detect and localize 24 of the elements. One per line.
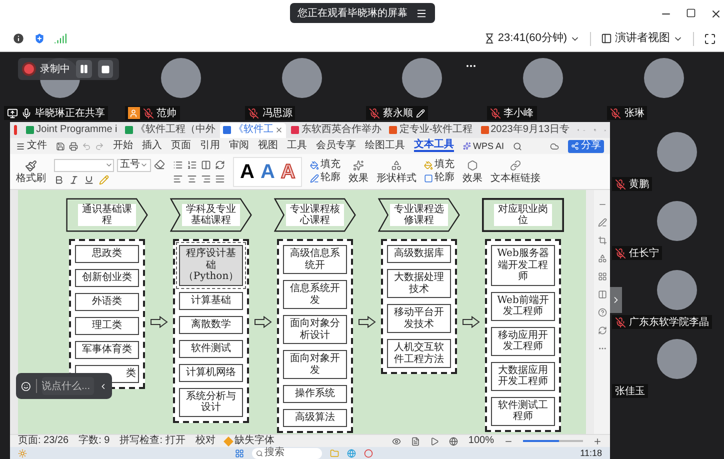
style-preview: A (240, 162, 254, 182)
participant-name: 广东东软学院李晶 (629, 316, 709, 330)
page-count: 页面: 23/26 (18, 436, 69, 446)
banner-text: 您正在观看毕晓琳的屏幕 (298, 6, 408, 20)
participant-name: 张琳 (624, 106, 644, 120)
participant-name: 毕晓琳正在共享 (35, 106, 105, 120)
participant-name: 李小峰 (504, 106, 534, 120)
participant-name: 任长宁 (629, 246, 659, 260)
style-preview: A (260, 162, 275, 182)
column-heading: 学科及专业基础课程 (182, 204, 240, 226)
column-heading: 专业课程核心课程 (286, 204, 344, 226)
participant-name: 蔡永顺 (383, 106, 414, 120)
column-heading: 通识基础课程 (78, 204, 136, 226)
style-preview: A (280, 162, 296, 182)
participant-name: 张佳玉 (615, 384, 645, 398)
column-heading: 对应职业岗位 (494, 204, 552, 226)
clock: 11:18 (580, 448, 602, 458)
participant-name: 黄鹏 (629, 178, 649, 192)
participant-name: 冯思源 (262, 106, 292, 120)
participant-name: 范帅 (156, 106, 177, 120)
recording-label: 录制中 (40, 62, 70, 76)
column-heading: 专业课程选修课程 (390, 204, 448, 226)
word-count: 字数: 9 (78, 436, 110, 446)
zoom-value: 100% (468, 436, 494, 446)
